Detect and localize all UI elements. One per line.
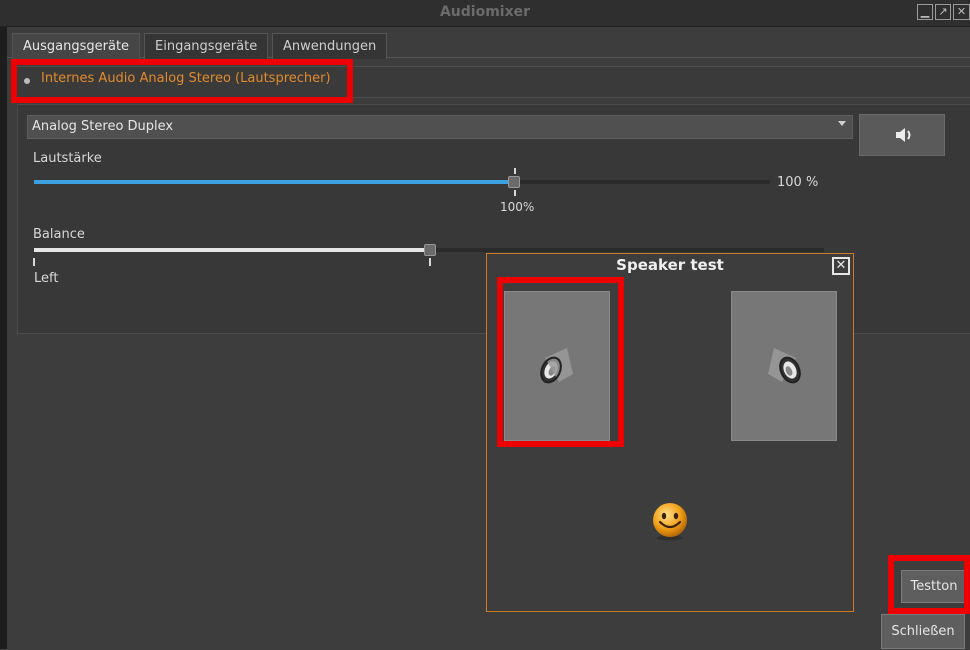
highlight-box-device [11, 59, 353, 103]
loudspeaker-icon [768, 348, 801, 384]
volume-tick-top [514, 168, 516, 174]
mute-button[interactable] [859, 114, 945, 156]
dialog-title: Speaker test [616, 256, 724, 274]
tab-eingangsgeraete[interactable]: Eingangsgeräte [144, 33, 269, 59]
chevron-down-icon[interactable] [838, 121, 846, 126]
tab-ausgangsgeraete[interactable]: Ausgangsgeräte [12, 33, 141, 59]
close-icon[interactable]: ✕ [832, 257, 850, 275]
balance-slider-fill [34, 248, 430, 252]
balance-left-label: Left [34, 271, 59, 286]
tab-anwendungen[interactable]: Anwendungen [272, 33, 388, 59]
volume-slider-fill [34, 180, 514, 184]
window-left-border [0, 26, 7, 649]
balance-slider-knob[interactable] [424, 244, 436, 256]
highlight-box-test-button [888, 555, 970, 614]
maximize-icon[interactable]: ↗ [935, 4, 951, 20]
minimize-icon[interactable]: ▁ [917, 4, 933, 20]
volume-value: 100 % [777, 175, 819, 190]
volume-label: Lautstärke [33, 151, 102, 166]
speaker-volume-icon [896, 128, 911, 142]
balance-tick-center [429, 258, 431, 266]
speaker-right-button[interactable] [731, 291, 837, 441]
profile-select[interactable]: Analog Stereo Duplex [27, 115, 853, 139]
smiley-icon [653, 503, 687, 541]
volume-slider-knob[interactable] [508, 176, 520, 188]
window-title: Audiomixer [439, 4, 531, 20]
balance-label: Balance [33, 227, 85, 242]
close-button[interactable]: Schließen [881, 614, 965, 649]
close-icon[interactable]: ✕ [953, 4, 970, 20]
volume-tick-bottom [514, 190, 516, 196]
balance-tick-left [33, 258, 35, 266]
highlight-box-speaker [497, 277, 624, 447]
volume-mark-label: 100% [500, 200, 535, 214]
